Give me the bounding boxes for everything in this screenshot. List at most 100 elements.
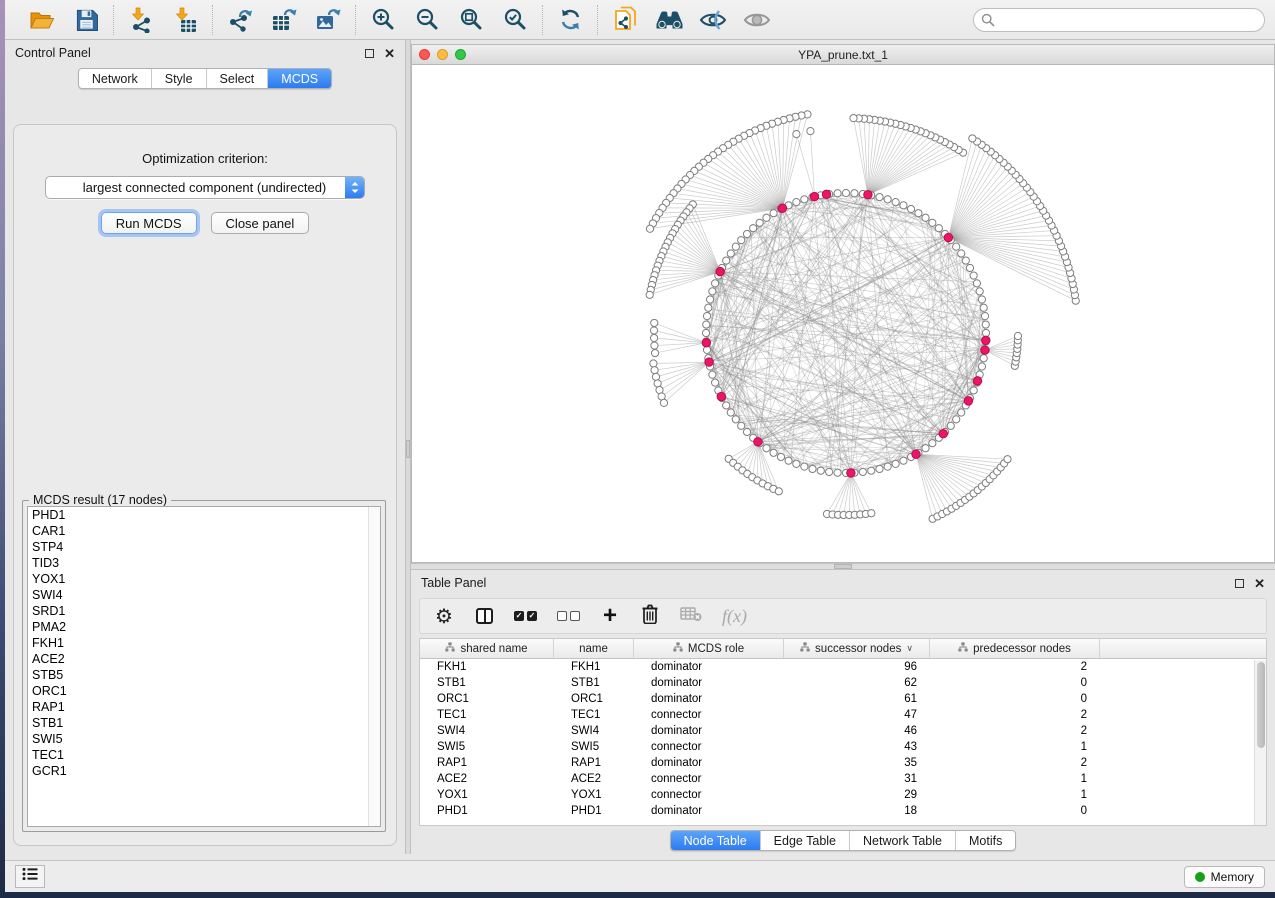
network-node[interactable] [929,440,936,447]
network-canvas[interactable] [412,65,1274,562]
network-node[interactable] [978,363,985,370]
float-panel-icon[interactable] [365,49,374,58]
network-node[interactable] [922,214,929,221]
tab-style[interactable]: Style [151,69,206,88]
network-node[interactable] [738,237,745,244]
network-node[interactable] [935,225,942,232]
network-node[interactable] [966,264,973,271]
network-node[interactable] [770,449,777,456]
mcds-result-item[interactable]: SWI4 [28,587,380,603]
network-node[interactable] [980,304,987,311]
close-panel-icon[interactable]: ✕ [1254,579,1265,588]
network-node[interactable] [817,467,824,474]
table-row[interactable]: FKH1FKH1dominator962 [420,659,1266,675]
mcds-result-item[interactable]: YOX1 [28,571,380,587]
network-node[interactable] [970,387,977,394]
network-node[interactable] [900,457,907,464]
network-node[interactable] [982,329,989,336]
mcds-result-item[interactable]: CAR1 [28,523,380,539]
show-graphics-detail-button[interactable] [743,6,771,34]
network-node[interactable] [777,453,784,460]
network-node[interactable] [947,422,954,429]
table-scrollbar[interactable] [1254,660,1266,825]
import-table-button[interactable] [171,6,199,34]
table-row[interactable]: SWI4SWI4dominator462 [420,723,1266,739]
mcds-result-item[interactable]: PMA2 [28,619,380,635]
network-node[interactable] [884,196,891,203]
mcds-hub-node[interactable] [754,438,762,446]
import-network-button[interactable] [127,6,155,34]
network-node[interactable] [732,243,739,250]
network-node[interactable] [652,373,659,380]
mcds-result-item[interactable]: STB1 [28,715,380,731]
network-node[interactable] [732,416,739,423]
mcds-result-item[interactable]: STB5 [28,667,380,683]
mcds-hub-node[interactable] [810,192,818,200]
mcds-result-item[interactable]: FKH1 [28,635,380,651]
network-node[interactable] [868,510,875,517]
network-node[interactable] [978,296,985,303]
tab-select[interactable]: Select [206,69,268,88]
tab-edge-table[interactable]: Edge Table [760,831,849,850]
table-row[interactable]: ACE2ACE2connector311 [420,771,1266,787]
network-node[interactable] [876,465,883,472]
network-node[interactable] [834,190,841,197]
network-node[interactable] [958,250,965,257]
network-node[interactable] [706,296,713,303]
mcds-hub-node[interactable] [982,336,990,344]
mcds-hub-node[interactable] [973,377,981,385]
mcds-hub-node[interactable] [912,450,920,458]
table-row[interactable]: STB1STB1dominator620 [420,675,1266,691]
network-node[interactable] [980,355,987,362]
network-node[interactable] [922,445,929,452]
zoom-selected-button[interactable] [501,6,529,34]
mcds-result-item[interactable]: STP4 [28,539,380,555]
network-node[interactable] [907,205,914,212]
deselect-all-columns-button[interactable] [557,604,580,628]
export-network-button[interactable] [226,6,254,34]
network-node[interactable] [826,468,833,475]
network-node[interactable] [738,422,745,429]
network-node[interactable] [876,193,883,200]
table-row[interactable]: TEC1TEC1connector472 [420,707,1266,723]
network-node[interactable] [711,379,718,386]
network-node[interactable] [868,467,875,474]
network-node[interactable] [851,190,858,197]
add-column-button[interactable]: + [600,604,620,628]
mcds-hub-node[interactable] [939,430,947,438]
network-node[interactable] [892,460,899,467]
table-row[interactable]: RAP1RAP1dominator352 [420,755,1266,771]
tab-network-table[interactable]: Network Table [849,831,955,850]
network-node[interactable] [976,288,983,295]
network-node[interactable] [958,409,965,416]
network-node[interactable] [842,189,849,196]
first-neighbors-button[interactable] [655,6,683,34]
column-header-name[interactable]: name [554,639,634,658]
column-header-shared-name[interactable]: shared name [420,639,554,658]
network-node[interactable] [709,371,716,378]
mcds-hub-node[interactable] [864,191,872,199]
network-node[interactable] [793,198,800,205]
network-node[interactable] [651,367,658,374]
export-table-button[interactable] [270,6,298,34]
network-node[interactable] [834,469,841,476]
tab-network[interactable]: Network [79,69,151,88]
save-session-button[interactable] [72,6,100,34]
mcds-hub-node[interactable] [847,469,855,477]
network-node[interactable] [982,321,989,328]
network-node[interactable] [807,128,814,135]
mcds-result-item[interactable]: ACE2 [28,651,380,667]
delete-column-button[interactable] [640,604,660,628]
show-task-history-button[interactable] [15,865,45,888]
table-row[interactable]: PHD1PHD1dominator180 [420,803,1266,819]
tab-node-table[interactable]: Node Table [671,831,760,850]
zoom-fit-button[interactable] [457,6,485,34]
network-node[interactable] [650,360,657,367]
network-node[interactable] [859,468,866,475]
mcds-hub-node[interactable] [964,397,972,405]
splitter-grip[interactable] [406,440,410,458]
table-row[interactable]: YOX1YOX1connector291 [420,787,1266,803]
function-builder-button[interactable]: f(x) [722,604,747,628]
mcds-hub-node[interactable] [716,267,724,275]
mcds-hub-node[interactable] [702,339,710,347]
